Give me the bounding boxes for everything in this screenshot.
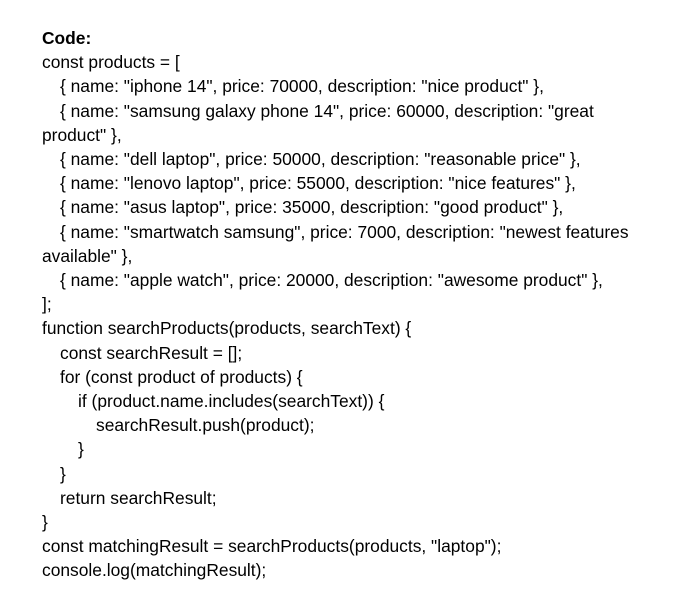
code-line: return searchResult; (60, 487, 217, 508)
code-line: { name: "dell laptop", price: 50000, des… (60, 149, 581, 170)
code-line: { name: "samsung galaxy phone 14", price… (60, 100, 594, 121)
code-line: } (60, 463, 66, 484)
code-line: const matchingResult = searchProducts(pr… (42, 536, 502, 557)
code-line: if (product.name.includes(searchText)) { (78, 391, 385, 412)
code-line: product" }, (42, 124, 122, 145)
code-line: { name: "lenovo laptop", price: 55000, d… (60, 173, 576, 194)
code-heading: Code: (42, 28, 92, 48)
code-line: { name: "iphone 14", price: 70000, descr… (60, 76, 544, 97)
code-line: { name: "asus laptop", price: 35000, des… (60, 197, 564, 218)
code-line: for (const product of products) { (60, 366, 303, 387)
code-line: console.log(matchingResult); (42, 560, 267, 581)
code-line: const searchResult = []; (60, 342, 243, 363)
code-line: const products = [ (42, 52, 180, 73)
code-line: } (78, 439, 84, 460)
code-line: { name: "smartwatch samsung", price: 700… (60, 221, 629, 242)
code-line: available" }, (42, 245, 133, 266)
code-line: searchResult.push(product); (96, 415, 315, 436)
code-line: { name: "apple watch", price: 20000, des… (60, 270, 603, 291)
code-line: function searchProducts(products, search… (42, 318, 412, 339)
code-line: ]; (42, 294, 52, 315)
code-document: Code: const products = [ { name: "iphone… (42, 26, 682, 583)
code-line: } (42, 512, 48, 533)
